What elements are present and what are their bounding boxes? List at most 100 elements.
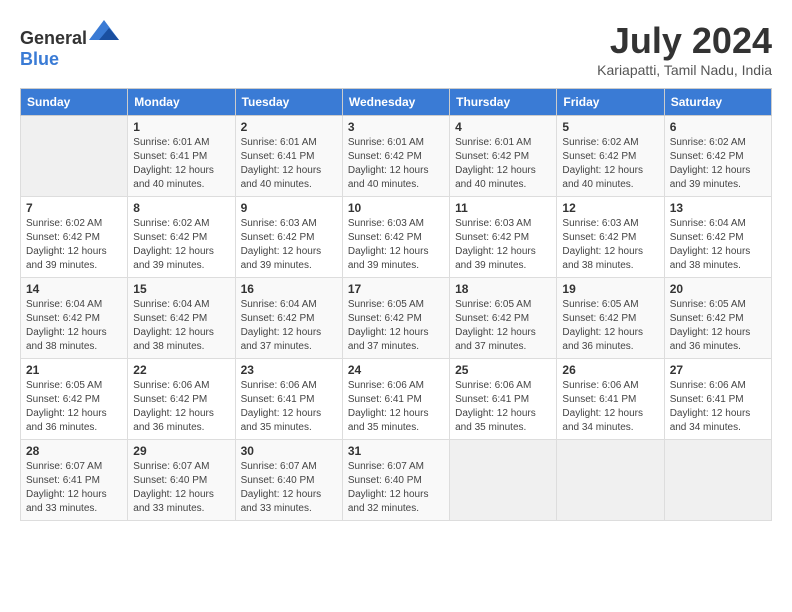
calendar-day-cell <box>21 116 128 197</box>
day-info: Sunrise: 6:05 AM Sunset: 6:42 PM Dayligh… <box>348 298 444 354</box>
col-thursday: Thursday <box>450 89 557 116</box>
day-number: 20 <box>670 282 766 296</box>
day-info: Sunrise: 6:05 AM Sunset: 6:42 PM Dayligh… <box>26 379 122 435</box>
calendar-header: Sunday Monday Tuesday Wednesday Thursday… <box>21 89 772 116</box>
day-info: Sunrise: 6:06 AM Sunset: 6:41 PM Dayligh… <box>348 379 444 435</box>
day-info: Sunrise: 6:01 AM Sunset: 6:42 PM Dayligh… <box>455 136 551 192</box>
day-info: Sunrise: 6:07 AM Sunset: 6:40 PM Dayligh… <box>133 460 229 516</box>
title-block: July 2024 Kariapatti, Tamil Nadu, India <box>597 20 772 78</box>
day-number: 28 <box>26 444 122 458</box>
col-friday: Friday <box>557 89 664 116</box>
calendar-day-cell: 12Sunrise: 6:03 AM Sunset: 6:42 PM Dayli… <box>557 197 664 278</box>
calendar-week-row: 14Sunrise: 6:04 AM Sunset: 6:42 PM Dayli… <box>21 278 772 359</box>
day-number: 16 <box>241 282 337 296</box>
calendar-day-cell: 5 Sunrise: 6:02 AM Sunset: 6:42 PM Daylig… <box>557 116 664 197</box>
logo-blue-text: Blue <box>20 49 59 69</box>
calendar-day-cell: 13 Sunrise: 6:04 AM Sunset: 6:42 PM Dayli… <box>664 197 771 278</box>
day-info: Sunrise: 6:05 AM Sunset: 6:42 PM Dayligh… <box>455 298 551 354</box>
day-number: 6 <box>670 120 766 134</box>
calendar-day-cell: 27 Sunrise: 6:06 AM Sunset: 6:41 PM Dayli… <box>664 359 771 440</box>
day-info: Sunrise: 6:02 AM Sunset: 6:42 PM Dayligh… <box>26 217 122 273</box>
day-number: 8 <box>133 201 229 215</box>
calendar-day-cell: 22 Sunrise: 6:06 AM Sunset: 6:42 PM Dayli… <box>128 359 235 440</box>
calendar-day-cell: 24Sunrise: 6:06 AM Sunset: 6:41 PM Dayli… <box>342 359 449 440</box>
day-info: Sunrise: 6:01 AM Sunset: 6:42 PM Dayligh… <box>348 136 444 192</box>
days-of-week-row: Sunday Monday Tuesday Wednesday Thursday… <box>21 89 772 116</box>
calendar-day-cell: 31Sunrise: 6:07 AM Sunset: 6:40 PM Dayli… <box>342 440 449 521</box>
day-info: Sunrise: 6:06 AM Sunset: 6:42 PM Dayligh… <box>133 379 229 435</box>
calendar-day-cell <box>557 440 664 521</box>
calendar-table: Sunday Monday Tuesday Wednesday Thursday… <box>20 88 772 521</box>
calendar-day-cell: 8 Sunrise: 6:02 AM Sunset: 6:42 PM Daylig… <box>128 197 235 278</box>
calendar-day-cell: 10 Sunrise: 6:03 AM Sunset: 6:42 PM Dayli… <box>342 197 449 278</box>
day-number: 31 <box>348 444 444 458</box>
calendar-day-cell: 26 Sunrise: 6:06 AM Sunset: 6:41 PM Dayli… <box>557 359 664 440</box>
day-number: 26 <box>562 363 658 377</box>
col-saturday: Saturday <box>664 89 771 116</box>
day-number: 10 <box>348 201 444 215</box>
calendar-day-cell <box>450 440 557 521</box>
calendar-day-cell: 19Sunrise: 6:05 AM Sunset: 6:42 PM Dayli… <box>557 278 664 359</box>
calendar-day-cell: 30 Sunrise: 6:07 AM Sunset: 6:40 PM Dayli… <box>235 440 342 521</box>
day-info: Sunrise: 6:02 AM Sunset: 6:42 PM Dayligh… <box>562 136 658 192</box>
day-number: 30 <box>241 444 337 458</box>
calendar-day-cell: 4Sunrise: 6:01 AM Sunset: 6:42 PM Daylig… <box>450 116 557 197</box>
calendar-day-cell: 2Sunrise: 6:01 AM Sunset: 6:41 PM Daylig… <box>235 116 342 197</box>
day-info: Sunrise: 6:06 AM Sunset: 6:41 PM Dayligh… <box>670 379 766 435</box>
day-info: Sunrise: 6:07 AM Sunset: 6:40 PM Dayligh… <box>241 460 337 516</box>
day-number: 7 <box>26 201 122 215</box>
day-number: 9 <box>241 201 337 215</box>
day-info: Sunrise: 6:03 AM Sunset: 6:42 PM Dayligh… <box>348 217 444 273</box>
calendar-day-cell: 7 Sunrise: 6:02 AM Sunset: 6:42 PM Daylig… <box>21 197 128 278</box>
day-number: 1 <box>133 120 229 134</box>
day-number: 29 <box>133 444 229 458</box>
day-number: 27 <box>670 363 766 377</box>
location-subtitle: Kariapatti, Tamil Nadu, India <box>597 62 772 78</box>
calendar-day-cell: 29 Sunrise: 6:07 AM Sunset: 6:40 PM Dayli… <box>128 440 235 521</box>
day-info: Sunrise: 6:07 AM Sunset: 6:41 PM Dayligh… <box>26 460 122 516</box>
day-number: 12 <box>562 201 658 215</box>
calendar-week-row: 28 Sunrise: 6:07 AM Sunset: 6:41 PM Dayli… <box>21 440 772 521</box>
calendar-day-cell: 20Sunrise: 6:05 AM Sunset: 6:42 PM Dayli… <box>664 278 771 359</box>
day-info: Sunrise: 6:04 AM Sunset: 6:42 PM Dayligh… <box>670 217 766 273</box>
day-number: 15 <box>133 282 229 296</box>
calendar-day-cell: 3Sunrise: 6:01 AM Sunset: 6:42 PM Daylig… <box>342 116 449 197</box>
day-info: Sunrise: 6:02 AM Sunset: 6:42 PM Dayligh… <box>670 136 766 192</box>
col-monday: Monday <box>128 89 235 116</box>
day-info: Sunrise: 6:01 AM Sunset: 6:41 PM Dayligh… <box>133 136 229 192</box>
day-number: 11 <box>455 201 551 215</box>
day-number: 18 <box>455 282 551 296</box>
day-info: Sunrise: 6:04 AM Sunset: 6:42 PM Dayligh… <box>26 298 122 354</box>
day-number: 25 <box>455 363 551 377</box>
calendar-day-cell: 25 Sunrise: 6:06 AM Sunset: 6:41 PM Dayli… <box>450 359 557 440</box>
day-number: 22 <box>133 363 229 377</box>
calendar-body: 1 Sunrise: 6:01 AM Sunset: 6:41 PM Daylig… <box>21 116 772 521</box>
day-info: Sunrise: 6:01 AM Sunset: 6:41 PM Dayligh… <box>241 136 337 192</box>
calendar-day-cell: 23Sunrise: 6:06 AM Sunset: 6:41 PM Dayli… <box>235 359 342 440</box>
calendar-day-cell: 16 Sunrise: 6:04 AM Sunset: 6:42 PM Dayli… <box>235 278 342 359</box>
calendar-day-cell: 6 Sunrise: 6:02 AM Sunset: 6:42 PM Daylig… <box>664 116 771 197</box>
calendar-week-row: 7 Sunrise: 6:02 AM Sunset: 6:42 PM Daylig… <box>21 197 772 278</box>
day-info: Sunrise: 6:06 AM Sunset: 6:41 PM Dayligh… <box>562 379 658 435</box>
calendar-day-cell: 14Sunrise: 6:04 AM Sunset: 6:42 PM Dayli… <box>21 278 128 359</box>
day-info: Sunrise: 6:04 AM Sunset: 6:42 PM Dayligh… <box>241 298 337 354</box>
calendar-day-cell: 9Sunrise: 6:03 AM Sunset: 6:42 PM Daylig… <box>235 197 342 278</box>
calendar-day-cell: 15 Sunrise: 6:04 AM Sunset: 6:42 PM Dayli… <box>128 278 235 359</box>
day-number: 13 <box>670 201 766 215</box>
calendar-week-row: 21Sunrise: 6:05 AM Sunset: 6:42 PM Dayli… <box>21 359 772 440</box>
col-wednesday: Wednesday <box>342 89 449 116</box>
calendar-day-cell <box>664 440 771 521</box>
logo: General Blue <box>20 20 119 70</box>
calendar-day-cell: 11Sunrise: 6:03 AM Sunset: 6:42 PM Dayli… <box>450 197 557 278</box>
day-info: Sunrise: 6:04 AM Sunset: 6:42 PM Dayligh… <box>133 298 229 354</box>
day-number: 5 <box>562 120 658 134</box>
calendar-day-cell: 17 Sunrise: 6:05 AM Sunset: 6:42 PM Dayli… <box>342 278 449 359</box>
col-sunday: Sunday <box>21 89 128 116</box>
day-number: 23 <box>241 363 337 377</box>
day-info: Sunrise: 6:02 AM Sunset: 6:42 PM Dayligh… <box>133 217 229 273</box>
calendar-day-cell: 21Sunrise: 6:05 AM Sunset: 6:42 PM Dayli… <box>21 359 128 440</box>
day-number: 17 <box>348 282 444 296</box>
calendar-week-row: 1 Sunrise: 6:01 AM Sunset: 6:41 PM Daylig… <box>21 116 772 197</box>
day-info: Sunrise: 6:06 AM Sunset: 6:41 PM Dayligh… <box>455 379 551 435</box>
calendar-day-cell: 28 Sunrise: 6:07 AM Sunset: 6:41 PM Dayli… <box>21 440 128 521</box>
